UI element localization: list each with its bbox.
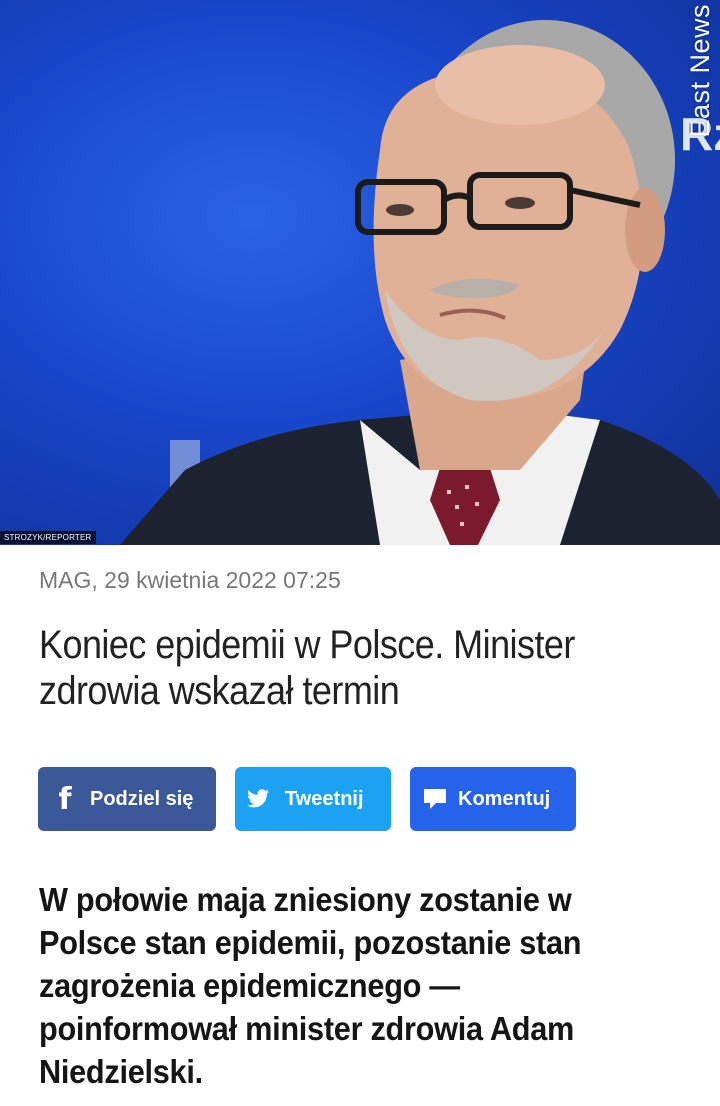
portrait-photo: Rz (120, 20, 720, 545)
article-hero-image[interactable]: Rz (0, 0, 720, 545)
comment-button[interactable]: Komentuj (410, 767, 576, 831)
tweet-label: Tweetnij (285, 787, 364, 810)
facebook-share-label: Podziel się (90, 787, 194, 810)
comment-label: Komentuj (458, 787, 551, 810)
facebook-share-button[interactable]: f Podziel się (38, 767, 216, 831)
article-lead: W połowie maja zniesiony zostanie w Pols… (39, 881, 582, 1090)
article-meta: MAG, 29 kwietnia 2022 07:25 (39, 567, 341, 593)
photo-credit: STROZYK/REPORTER (0, 531, 96, 544)
photo-source-label: East News (685, 4, 715, 138)
twitter-bird-icon (245, 789, 271, 809)
tweet-button[interactable]: Tweetnij (235, 767, 391, 831)
facebook-icon: f (58, 781, 72, 817)
speech-bubble-icon (422, 787, 448, 811)
article-headline: Koniec epidemii w Polsce. Minister zdrow… (39, 623, 575, 713)
